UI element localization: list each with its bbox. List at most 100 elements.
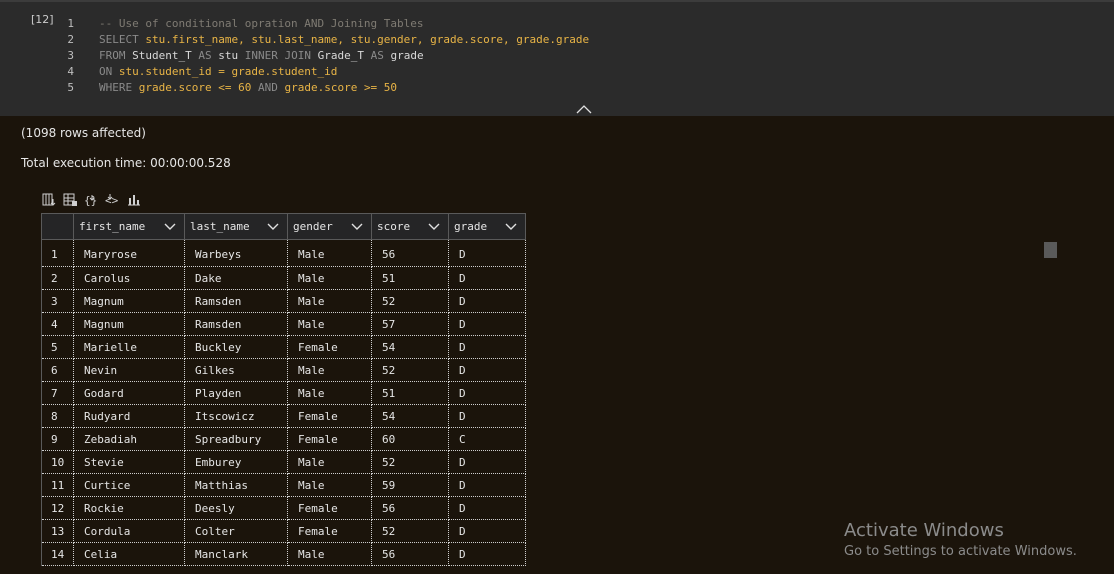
table-cell[interactable]: 56 xyxy=(371,542,449,566)
row-number[interactable]: 6 xyxy=(41,358,74,382)
table-cell[interactable]: Male xyxy=(287,239,372,267)
table-cell[interactable]: Dake xyxy=(184,266,288,290)
table-cell[interactable]: Rockie xyxy=(73,496,185,520)
save-as-json-icon[interactable]: {} xyxy=(84,192,99,207)
table-row[interactable]: 14 Celia Manclark Male 56 D xyxy=(41,542,526,566)
table-cell[interactable]: Female xyxy=(287,496,372,520)
table-cell[interactable]: Male xyxy=(287,358,372,382)
table-row[interactable]: 9 Zebadiah Spreadbury Female 60 C xyxy=(41,427,526,451)
table-cell[interactable]: Spreadbury xyxy=(184,427,288,451)
save-as-xml-icon[interactable]: <> xyxy=(105,192,120,207)
table-cell[interactable]: Carolus xyxy=(73,266,185,290)
row-number[interactable]: 10 xyxy=(41,450,74,474)
table-cell[interactable]: Stevie xyxy=(73,450,185,474)
row-number[interactable]: 3 xyxy=(41,289,74,313)
table-row[interactable]: 5 Marielle Buckley Female 54 D xyxy=(41,335,526,359)
table-cell[interactable]: Curtice xyxy=(73,473,185,497)
table-row[interactable]: 10 Stevie Emburey Male 52 D xyxy=(41,450,526,474)
table-cell[interactable]: D xyxy=(448,473,526,497)
table-cell[interactable]: 51 xyxy=(371,266,449,290)
chevron-down-icon[interactable] xyxy=(164,222,176,232)
code-editor[interactable]: 1 -- Use of conditional opration AND Join… xyxy=(56,16,589,96)
table-cell[interactable]: Ramsden xyxy=(184,289,288,313)
table-row[interactable]: 2 Carolus Dake Male 51 D xyxy=(41,266,526,290)
table-cell[interactable]: 52 xyxy=(371,450,449,474)
table-cell[interactable]: Ramsden xyxy=(184,312,288,336)
table-cell[interactable]: Male xyxy=(287,450,372,474)
table-cell[interactable]: 60 xyxy=(371,427,449,451)
chart-icon[interactable] xyxy=(126,192,141,207)
table-cell[interactable]: Gilkes xyxy=(184,358,288,382)
table-cell[interactable]: Female xyxy=(287,519,372,543)
table-cell[interactable]: Nevin xyxy=(73,358,185,382)
chevron-down-icon[interactable] xyxy=(428,222,440,232)
table-cell[interactable]: 59 xyxy=(371,473,449,497)
table-cell[interactable]: 56 xyxy=(371,496,449,520)
table-cell[interactable]: 54 xyxy=(371,335,449,359)
row-number[interactable]: 2 xyxy=(41,266,74,290)
table-cell[interactable]: Zebadiah xyxy=(73,427,185,451)
table-cell[interactable]: Male xyxy=(287,542,372,566)
table-cell[interactable]: D xyxy=(448,266,526,290)
table-cell[interactable]: Emburey xyxy=(184,450,288,474)
row-number[interactable]: 7 xyxy=(41,381,74,405)
table-cell[interactable]: D xyxy=(448,381,526,405)
table-cell[interactable]: Deesly xyxy=(184,496,288,520)
row-number[interactable]: 4 xyxy=(41,312,74,336)
table-cell[interactable]: 52 xyxy=(371,289,449,313)
row-number[interactable]: 12 xyxy=(41,496,74,520)
chevron-down-icon[interactable] xyxy=(505,222,517,232)
table-row[interactable]: 3 Magnum Ramsden Male 52 D xyxy=(41,289,526,313)
table-cell[interactable]: Female xyxy=(287,404,372,428)
table-row[interactable]: 12 Rockie Deesly Female 56 D xyxy=(41,496,526,520)
table-cell[interactable]: Matthias xyxy=(184,473,288,497)
table-row[interactable]: 6 Nevin Gilkes Male 52 D xyxy=(41,358,526,382)
table-cell[interactable]: Male xyxy=(287,312,372,336)
table-row[interactable]: 1 Maryrose Warbeys Male 56 D xyxy=(41,239,526,267)
table-cell[interactable]: 56 xyxy=(371,239,449,267)
table-cell[interactable]: Male xyxy=(287,473,372,497)
table-row[interactable]: 7 Godard Playden Male 51 D xyxy=(41,381,526,405)
table-cell[interactable]: Magnum xyxy=(73,289,185,313)
row-number[interactable]: 5 xyxy=(41,335,74,359)
chevron-down-icon[interactable] xyxy=(267,222,279,232)
table-cell[interactable]: Male xyxy=(287,266,372,290)
table-cell[interactable]: 51 xyxy=(371,381,449,405)
table-cell[interactable]: D xyxy=(448,519,526,543)
table-row[interactable]: 13 Cordula Colter Female 52 D xyxy=(41,519,526,543)
row-number[interactable]: 8 xyxy=(41,404,74,428)
table-cell[interactable]: D xyxy=(448,404,526,428)
column-header-last-name[interactable]: last_name xyxy=(184,213,288,240)
table-cell[interactable]: Female xyxy=(287,427,372,451)
table-cell[interactable]: Marielle xyxy=(73,335,185,359)
table-cell[interactable]: D xyxy=(448,542,526,566)
table-cell[interactable]: Female xyxy=(287,335,372,359)
table-cell[interactable]: Celia xyxy=(73,542,185,566)
table-cell[interactable]: D xyxy=(448,335,526,359)
table-cell[interactable]: Male xyxy=(287,289,372,313)
table-cell[interactable]: D xyxy=(448,496,526,520)
column-header-gender[interactable]: gender xyxy=(287,213,372,240)
table-row[interactable]: 8 Rudyard Itscowicz Female 54 D xyxy=(41,404,526,428)
table-row[interactable]: 4 Magnum Ramsden Male 57 D xyxy=(41,312,526,336)
save-as-csv-icon[interactable] xyxy=(42,192,57,207)
table-cell[interactable]: D xyxy=(448,450,526,474)
table-cell[interactable]: Cordula xyxy=(73,519,185,543)
column-header-score[interactable]: score xyxy=(371,213,449,240)
row-number[interactable]: 14 xyxy=(41,542,74,566)
table-cell[interactable]: D xyxy=(448,239,526,267)
table-cell[interactable]: Maryrose xyxy=(73,239,185,267)
row-number[interactable]: 13 xyxy=(41,519,74,543)
table-cell[interactable]: Colter xyxy=(184,519,288,543)
results-grid[interactable]: first_name last_name gender score grade 1 Mar… xyxy=(41,213,526,566)
table-cell[interactable]: Magnum xyxy=(73,312,185,336)
table-cell[interactable]: D xyxy=(448,358,526,382)
column-header-grade[interactable]: grade xyxy=(448,213,526,240)
table-cell[interactable]: D xyxy=(448,289,526,313)
collapse-chevron-icon[interactable] xyxy=(575,103,593,115)
save-as-excel-icon[interactable] xyxy=(63,192,78,207)
table-cell[interactable]: 52 xyxy=(371,358,449,382)
table-cell[interactable]: Godard xyxy=(73,381,185,405)
table-cell[interactable]: Male xyxy=(287,381,372,405)
table-cell[interactable]: Playden xyxy=(184,381,288,405)
